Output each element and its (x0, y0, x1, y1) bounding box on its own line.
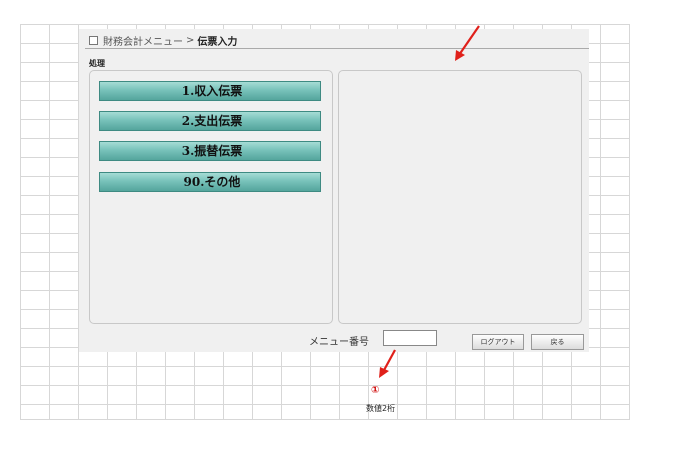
annotation-text: 数値2桁 (366, 404, 396, 413)
annotation-number: ① (371, 385, 380, 396)
annotation-arrows (379, 25, 480, 378)
arrow-icon-bottom (379, 349, 396, 378)
arrow-icon-top (455, 25, 480, 61)
